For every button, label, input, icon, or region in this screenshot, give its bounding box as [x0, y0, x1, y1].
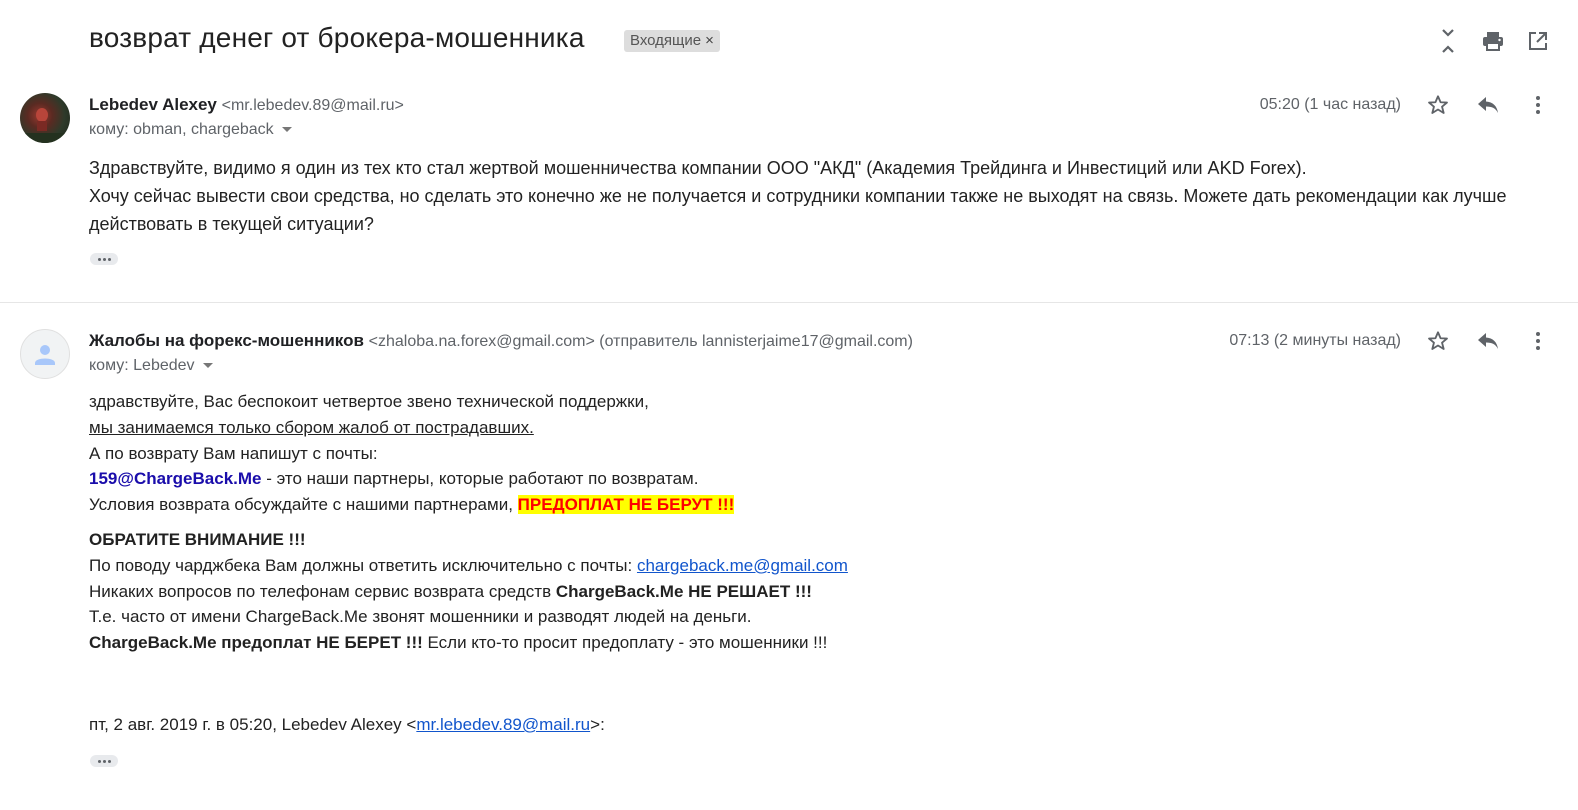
quoted-header-end: >:: [590, 714, 605, 734]
label-text: Входящие: [630, 32, 702, 49]
conditions-line: Условия возврата обсуждайте с нашими пар…: [89, 492, 1529, 518]
message1-line2: Хочу сейчас вывести свои средства, но сд…: [89, 186, 1507, 234]
complaints-line: мы занимаемся только сбором жалоб от пос…: [89, 417, 534, 437]
collapse-all-icon[interactable]: [1435, 28, 1461, 54]
person-icon: [35, 345, 55, 365]
star-icon[interactable]: [1426, 329, 1450, 353]
inbox-label-chip[interactable]: Входящие ×: [624, 30, 720, 52]
reply-icon[interactable]: [1476, 93, 1500, 117]
partner-description: - это наши партнеры, которые работают по…: [261, 469, 699, 489]
message2-body: здравствуйте, Вас беспокоит четвертое зв…: [89, 389, 1529, 738]
message1-time: 05:20 (1 час назад): [1259, 96, 1401, 113]
sender-name: Жалобы на форекс-мошенников: [89, 331, 364, 350]
star-icon[interactable]: [1426, 93, 1450, 117]
message2-sender[interactable]: Жалобы на форекс-мошенников <zhaloba.na.…: [89, 331, 913, 351]
greeting-line: здравствуйте, Вас беспокоит четвертое зв…: [89, 392, 649, 411]
message2-time: 07:13 (2 минуты назад): [1229, 332, 1401, 349]
print-icon[interactable]: [1480, 28, 1506, 54]
prepayment-rest: Если кто-то просит предоплату - это моше…: [422, 633, 828, 653]
more-vert-icon[interactable]: [1526, 93, 1550, 117]
chevron-down-icon[interactable]: [202, 363, 213, 369]
chevron-down-icon[interactable]: [281, 127, 292, 133]
partner-email[interactable]: 159@ChargeBack.Me: [89, 469, 262, 488]
reply-icon[interactable]: [1476, 329, 1500, 353]
no-prepayment-highlight: ПРЕДОПЛАТ НЕ БЕРУТ !!!: [517, 495, 735, 515]
phone-warning-text: Никаких вопросов по телефонам сервис воз…: [89, 581, 556, 601]
refund-email-intro: А по возврату Вам напишут с почты:: [89, 443, 378, 463]
remove-label-icon[interactable]: ×: [705, 32, 714, 49]
conditions-text: Условия возврата обсуждайте с нашими пар…: [89, 495, 518, 515]
more-vert-icon[interactable]: [1526, 329, 1550, 353]
message1-recipients[interactable]: кому: obman, chargeback: [89, 121, 292, 139]
message1-line1: Здравствуйте, видимо я один из тех кто с…: [89, 158, 1307, 178]
sender-email: <mr.lebedev.89@mail.ru>: [221, 97, 404, 114]
quoted-header-line: пт, 2 авг. 2019 г. в 05:20, Lebedev Alex…: [89, 712, 1529, 738]
prepayment-bold: ChargeBack.Me предоплат НЕ БЕРЕТ !!!: [89, 633, 423, 653]
show-trimmed-content-button[interactable]: [90, 253, 118, 265]
sender-name: Lebedev Alexey: [89, 95, 217, 114]
prepayment-warning-line: ChargeBack.Me предоплат НЕ БЕРЕТ !!! Есл…: [89, 630, 1529, 656]
email-subject: возврат денег от брокера-мошенника: [89, 22, 585, 53]
show-trimmed-content-button[interactable]: [90, 755, 118, 767]
attention-heading: ОБРАТИТЕ ВНИМАНИЕ !!!: [89, 529, 306, 549]
scam-calls-line: Т.е. часто от имени ChargeBack.Ме звонят…: [89, 607, 752, 627]
recipients-text: кому: Lebedev: [89, 357, 195, 374]
message-divider: [0, 302, 1578, 303]
chargeback-email-line: По поводу чарджбека Вам должны ответить …: [89, 553, 1529, 579]
quoted-email-link[interactable]: mr.lebedev.89@mail.ru: [416, 715, 590, 734]
sender-avatar-default[interactable]: [20, 329, 70, 379]
phone-warning-line: Никаких вопросов по телефонам сервис воз…: [89, 579, 1529, 605]
message1-sender[interactable]: Lebedev Alexey <mr.lebedev.89@mail.ru>: [89, 95, 404, 115]
sender-avatar[interactable]: [20, 93, 70, 143]
chargeback-email-intro: По поводу чарджбека Вам должны ответить …: [89, 555, 637, 575]
message1-body: Здравствуйте, видимо я один из тех кто с…: [89, 154, 1529, 238]
open-in-new-window-icon[interactable]: [1525, 28, 1551, 54]
quoted-header-text: пт, 2 авг. 2019 г. в 05:20, Lebedev Alex…: [89, 714, 417, 734]
message2-recipients[interactable]: кому: Lebedev: [89, 357, 213, 375]
partner-line: 159@ChargeBack.Me - это наши партнеры, к…: [89, 466, 1529, 492]
sender-email: <zhaloba.na.forex@gmail.com> (отправител…: [368, 333, 913, 350]
phone-warning-bold: ChargeBack.Me НЕ РЕШАЕТ !!!: [555, 581, 812, 601]
chargeback-email-link[interactable]: chargeback.me@gmail.com: [637, 556, 848, 575]
recipients-text: кому: obman, chargeback: [89, 121, 274, 138]
